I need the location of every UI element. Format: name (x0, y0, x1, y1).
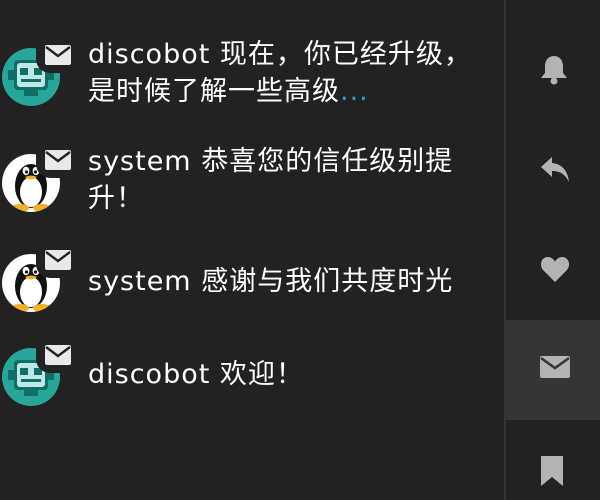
envelope-icon (45, 150, 71, 170)
notification-message: 感谢与我们共度时光 (201, 266, 454, 297)
user-menu-panel: discobot 现在，你已经升级，是时候了解一些高级... system 恭喜… (0, 0, 600, 500)
notification-type-badge (36, 246, 76, 278)
envelope-icon (45, 345, 71, 365)
notification-text: discobot 现在，你已经升级，是时候了解一些高级... (88, 36, 488, 110)
notification-text: system 感谢与我们共度时光 (88, 263, 488, 300)
notifications-list: discobot 现在，你已经升级，是时候了解一些高级... system 恭喜… (0, 0, 504, 500)
tab-messages[interactable] (506, 320, 600, 420)
notification-type-badge (36, 146, 76, 178)
notification-text: discobot 欢迎！ (88, 356, 488, 393)
bell-icon (541, 56, 567, 85)
notification-username: system (88, 146, 192, 177)
user-menu-tabs (504, 0, 600, 500)
heart-icon (540, 257, 570, 282)
notification-item[interactable]: system 感谢与我们共度时光 (0, 200, 504, 312)
bookmark-icon (541, 456, 563, 486)
envelope-icon (540, 356, 570, 378)
tab-replies[interactable] (506, 120, 600, 220)
reply-icon (541, 157, 569, 182)
notification-username: discobot (88, 39, 211, 70)
notification-username: discobot (88, 359, 211, 390)
notification-item[interactable]: discobot 现在，你已经升级，是时候了解一些高级... (0, 0, 504, 107)
notification-message: 欢迎！ (219, 359, 304, 390)
envelope-icon (45, 250, 71, 270)
notification-item[interactable]: system 恭喜您的信任级别提升！ (0, 100, 504, 214)
tab-bookmarks[interactable] (506, 420, 600, 500)
notification-type-badge (36, 41, 76, 73)
notification-type-badge (36, 341, 76, 373)
tab-likes[interactable] (506, 220, 600, 320)
envelope-icon (45, 45, 71, 65)
tab-all-notifications[interactable] (506, 20, 600, 120)
notification-username: system (88, 266, 192, 297)
notification-item[interactable]: discobot 欢迎！ (0, 300, 504, 406)
